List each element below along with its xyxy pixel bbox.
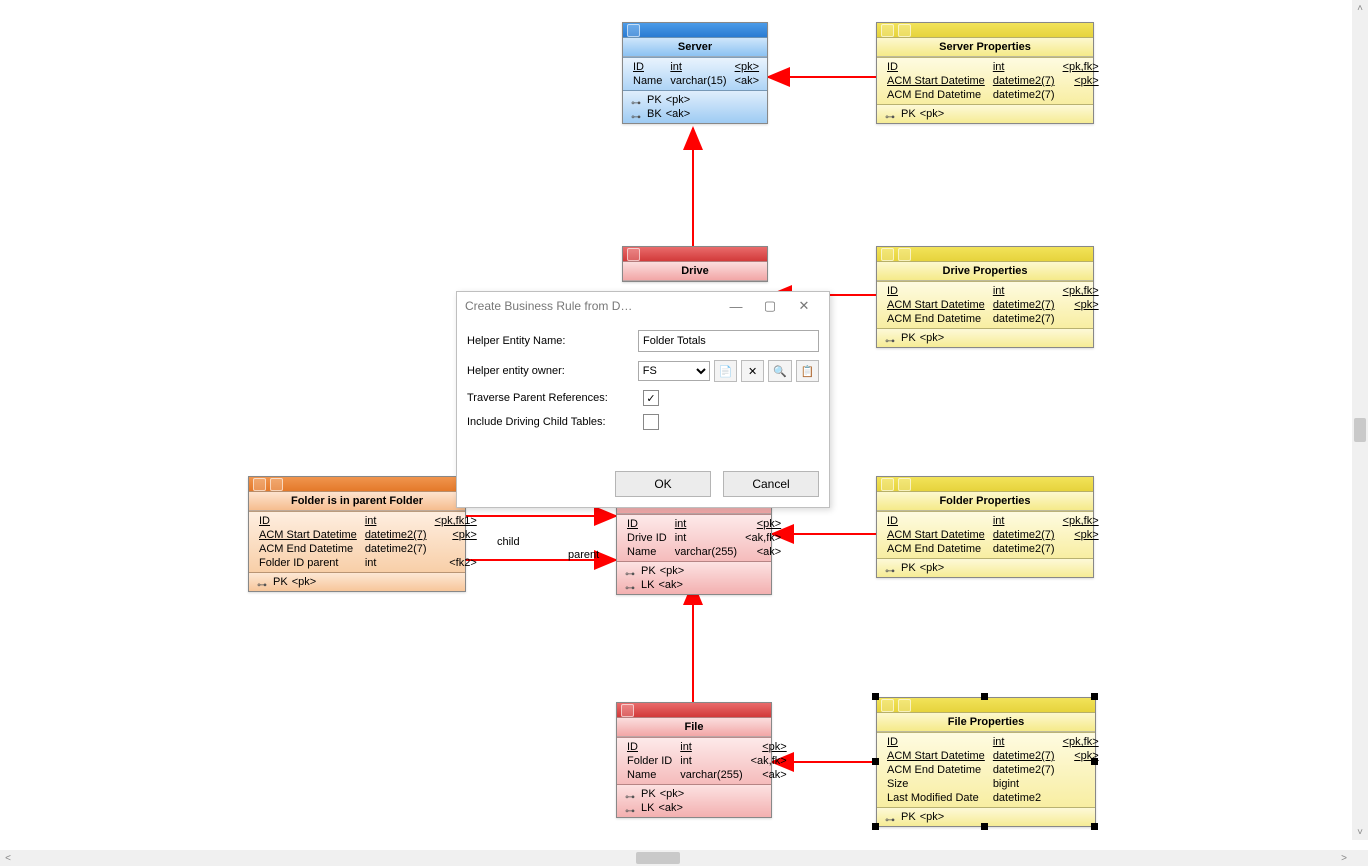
diagram-canvas[interactable]: child parent Server IDint<pk>Namevarchar… — [0, 0, 1352, 840]
table-icon — [881, 24, 894, 37]
entity-title: Server — [623, 37, 767, 57]
selection-handle[interactable] — [872, 758, 879, 765]
clock-icon — [270, 478, 283, 491]
helper-entity-name-label: Helper Entity Name: — [467, 335, 638, 347]
maximize-button[interactable]: ▢ — [753, 295, 787, 317]
clear-owner-button[interactable]: ✕ — [741, 360, 764, 382]
table-icon — [627, 24, 640, 37]
entity-keys: PK<pk> — [877, 328, 1093, 347]
entity-title: File Properties — [877, 712, 1095, 732]
edge-label-parent: parent — [568, 549, 599, 561]
entity-columns: IDint<pk>Folder IDint<ak,fk>Namevarchar(… — [617, 737, 771, 784]
traverse-parent-refs-label: Traverse Parent References: — [467, 392, 643, 404]
table-icon — [627, 248, 640, 261]
vertical-scrollbar[interactable]: ˄ ˅ — [1352, 0, 1368, 840]
entity-file-properties[interactable]: File Properties IDint<pk,fk>ACM Start Da… — [876, 697, 1096, 827]
entity-columns: IDint<pk,fk>ACM Start Datetimedatetime2(… — [877, 57, 1093, 104]
include-driving-child-checkbox[interactable] — [643, 414, 659, 430]
selection-handle[interactable] — [872, 693, 879, 700]
entity-folder-is-in-parent-folder[interactable]: Folder is in parent Folder IDint<pk,fk1>… — [248, 476, 466, 592]
table-icon — [621, 704, 634, 717]
entity-keys: PK<pk>BK<ak> — [623, 90, 767, 123]
selection-handle[interactable] — [1091, 823, 1098, 830]
entity-columns: IDint<pk,fk>ACM Start Datetimedatetime2(… — [877, 511, 1093, 558]
entity-title: File — [617, 717, 771, 737]
scrollbar-corner — [1352, 850, 1368, 866]
entity-title: Folder Properties — [877, 491, 1093, 511]
clock-icon — [898, 24, 911, 37]
clock-icon — [898, 699, 911, 712]
selection-handle[interactable] — [1091, 693, 1098, 700]
helper-entity-owner-label: Helper entity owner: — [467, 365, 638, 377]
selection-handle[interactable] — [981, 693, 988, 700]
horizontal-scrollbar[interactable]: ˂ ˃ — [0, 850, 1352, 866]
entity-file[interactable]: File IDint<pk>Folder IDint<ak,fk>Namevar… — [616, 702, 772, 818]
traverse-parent-refs-checkbox[interactable]: ✓ — [643, 390, 659, 406]
entity-folder[interactable]: Folder IDint<pk>Drive IDint<ak,fk>Nameva… — [616, 494, 772, 595]
entity-title: Folder is in parent Folder — [249, 491, 465, 511]
new-owner-button[interactable]: 📄 — [714, 360, 737, 382]
scroll-left-button[interactable]: ˂ — [0, 850, 16, 866]
entity-columns: IDint<pk>Drive IDint<ak,fk>Namevarchar(2… — [617, 514, 771, 561]
entity-title: Server Properties — [877, 37, 1093, 57]
selection-handle[interactable] — [872, 823, 879, 830]
dialog-titlebar[interactable]: Create Business Rule from D… — ▢ ✕ — [457, 292, 829, 320]
vertical-scroll-thumb[interactable] — [1354, 418, 1366, 442]
owner-properties-button[interactable]: 📋 — [796, 360, 819, 382]
close-button[interactable]: ✕ — [787, 295, 821, 317]
browse-owner-button[interactable]: 🔍 — [768, 360, 791, 382]
horizontal-scroll-thumb[interactable] — [636, 852, 680, 864]
entity-keys: PK<pk>LK<ak> — [617, 784, 771, 817]
entity-keys: PK<pk>LK<ak> — [617, 561, 771, 594]
scroll-right-button[interactable]: ˃ — [1336, 850, 1352, 866]
cancel-button[interactable]: Cancel — [723, 471, 819, 497]
entity-keys: PK<pk> — [877, 104, 1093, 123]
entity-drive[interactable]: Drive — [622, 246, 768, 282]
entity-columns: IDint<pk,fk>ACM Start Datetimedatetime2(… — [877, 732, 1095, 807]
selection-handle[interactable] — [981, 823, 988, 830]
table-icon — [881, 478, 894, 491]
entity-keys: PK<pk> — [249, 572, 465, 591]
entity-folder-properties[interactable]: Folder Properties IDint<pk,fk>ACM Start … — [876, 476, 1094, 578]
table-icon — [253, 478, 266, 491]
scroll-down-button[interactable]: ˅ — [1352, 824, 1368, 840]
ok-button[interactable]: OK — [615, 471, 711, 497]
entity-keys: PK<pk> — [877, 558, 1093, 577]
minimize-button[interactable]: — — [719, 295, 753, 317]
include-driving-child-label: Include Driving Child Tables: — [467, 416, 643, 428]
entity-columns: IDint<pk,fk>ACM Start Datetimedatetime2(… — [877, 281, 1093, 328]
clock-icon — [898, 478, 911, 491]
create-business-rule-dialog: Create Business Rule from D… — ▢ ✕ Helpe… — [456, 291, 830, 508]
table-icon — [881, 248, 894, 261]
edge-label-child: child — [497, 536, 520, 548]
entity-columns: IDint<pk,fk1>ACM Start Datetimedatetime2… — [249, 511, 465, 572]
clock-icon — [898, 248, 911, 261]
scroll-up-button[interactable]: ˄ — [1352, 0, 1368, 16]
entity-drive-properties[interactable]: Drive Properties IDint<pk,fk>ACM Start D… — [876, 246, 1094, 348]
entity-title: Drive — [623, 261, 767, 281]
helper-entity-owner-select[interactable]: FS — [638, 361, 710, 381]
entity-columns: IDint<pk>Namevarchar(15)<ak> — [623, 57, 767, 90]
entity-title: Drive Properties — [877, 261, 1093, 281]
entity-server[interactable]: Server IDint<pk>Namevarchar(15)<ak> PK<p… — [622, 22, 768, 124]
dialog-title: Create Business Rule from D… — [465, 299, 632, 313]
table-icon — [881, 699, 894, 712]
entity-server-properties[interactable]: Server Properties IDint<pk,fk>ACM Start … — [876, 22, 1094, 124]
selection-handle[interactable] — [1091, 758, 1098, 765]
helper-entity-name-field[interactable] — [638, 330, 819, 352]
